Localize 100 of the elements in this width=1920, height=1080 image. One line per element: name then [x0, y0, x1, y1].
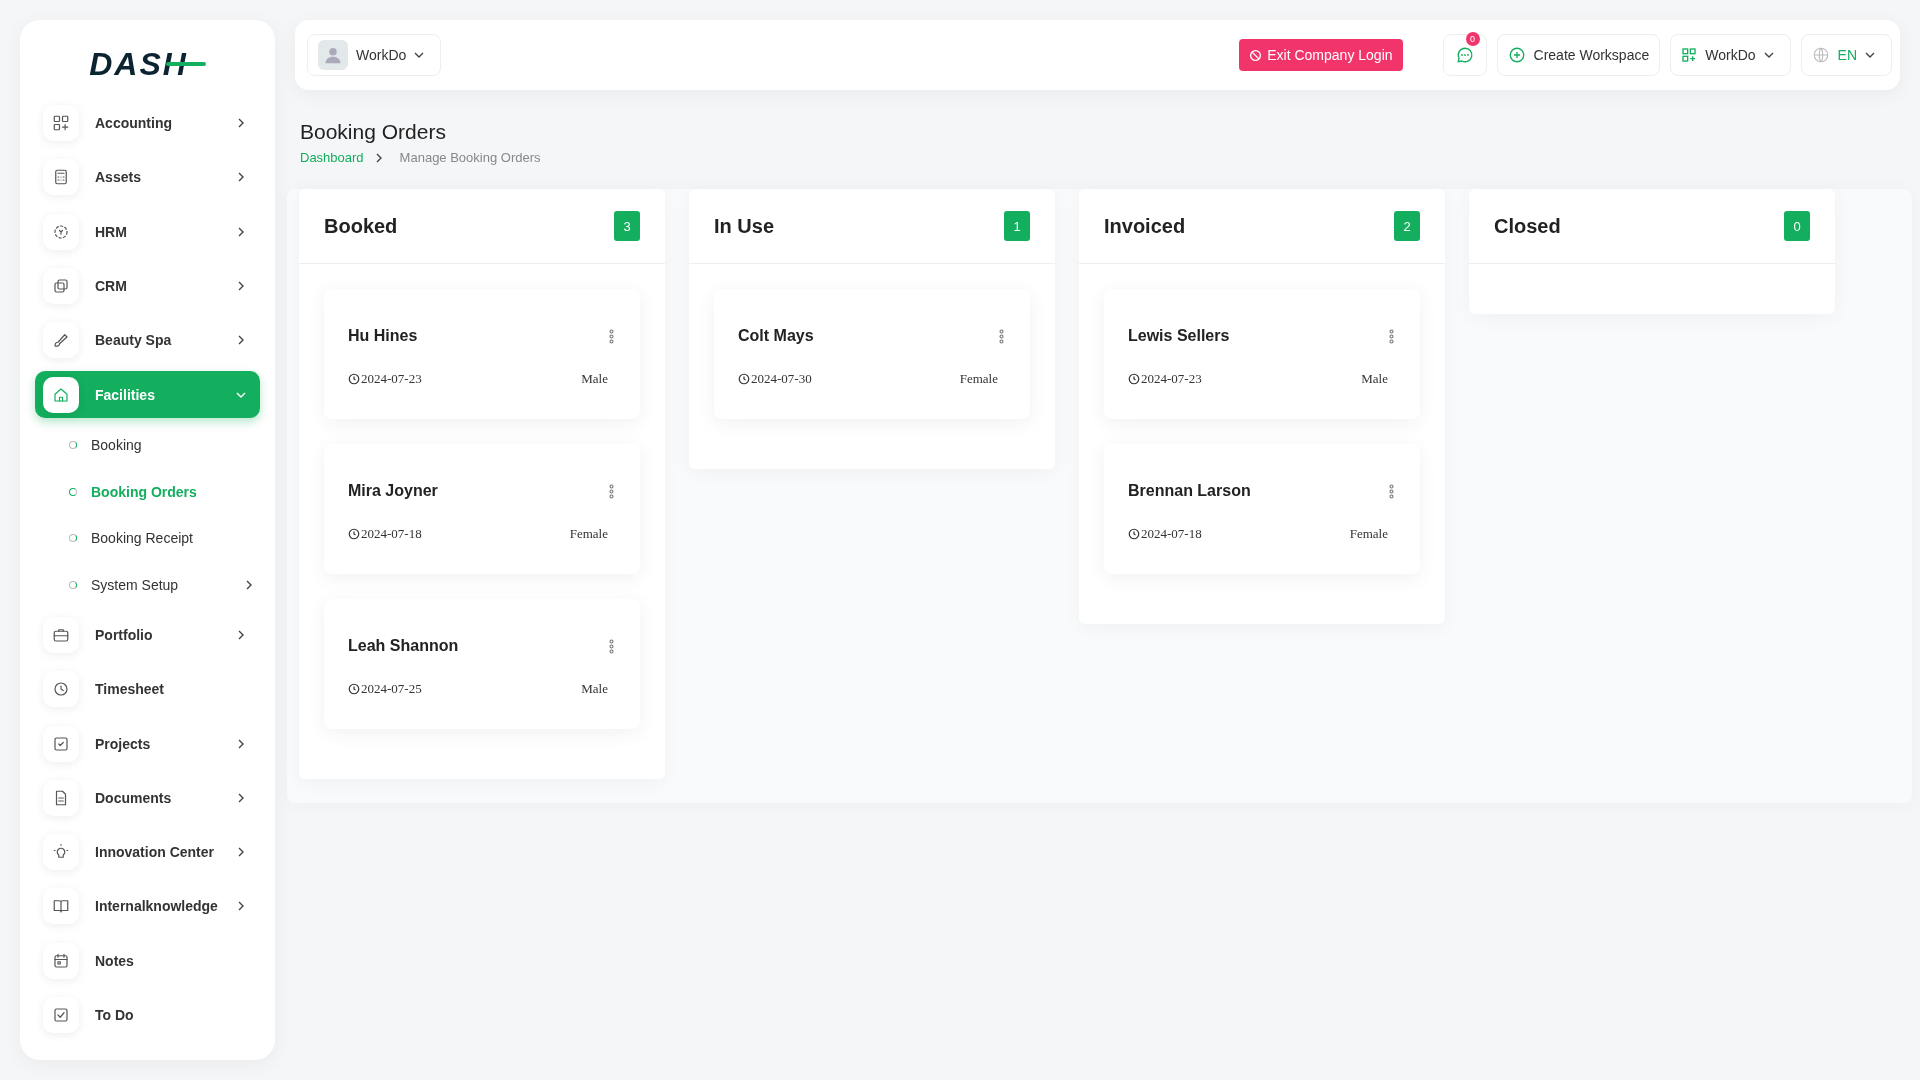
gender-label: Female	[1349, 526, 1388, 542]
chevron-right-icon	[236, 118, 246, 129]
submenu-item[interactable]: Booking	[35, 421, 260, 469]
chevron-right-icon	[236, 738, 246, 749]
sidebar-item[interactable]: Beauty Spa	[35, 313, 260, 368]
overlapping-squares-icon	[52, 276, 70, 295]
checkbox-icon	[52, 1005, 70, 1024]
kebab-icon	[999, 328, 1004, 344]
count-badge: 0	[1784, 211, 1810, 241]
booking-card[interactable]: Colt Mays 2024-07-30 Female	[714, 289, 1030, 419]
sidebar-item[interactable]: Assets	[35, 150, 260, 205]
kebab-icon	[1389, 328, 1394, 344]
chevron-right-icon	[236, 901, 246, 912]
more-options-button[interactable]	[607, 483, 616, 499]
briefcase-icon	[52, 626, 70, 645]
notification-badge: 0	[1465, 32, 1480, 46]
booking-card[interactable]: Brennan Larson 2024-07-18 Female	[1104, 444, 1420, 574]
chevron-down-icon	[1763, 50, 1774, 60]
sidebar-item[interactable]: Accounting	[35, 96, 260, 151]
brush-icon	[52, 331, 70, 350]
gender-label: Male	[1361, 371, 1388, 387]
clock-icon	[738, 373, 750, 385]
sidebar-item[interactable]: Projects	[35, 716, 260, 771]
sidebar-item[interactable]: Internalknowledge	[35, 879, 260, 934]
chat-bubble-icon	[1455, 46, 1474, 64]
clock-icon	[348, 683, 360, 695]
checkbox-icon	[52, 734, 70, 753]
page-title: Booking Orders	[300, 120, 447, 144]
column-title: Booked	[324, 214, 398, 238]
customer-name: Leah Shannon	[348, 637, 459, 655]
chevron-right-icon	[236, 630, 246, 641]
company-selector[interactable]: WorkDo	[307, 34, 442, 76]
more-options-button[interactable]	[1387, 483, 1396, 499]
globe-icon	[1811, 46, 1830, 64]
dashed-circle-icon	[52, 222, 70, 241]
booking-card[interactable]: Leah Shannon 2024-07-25 Male	[324, 599, 640, 729]
grid-icon	[52, 114, 70, 133]
customer-name: Colt Mays	[738, 327, 814, 345]
count-badge: 3	[614, 211, 640, 241]
breadcrumb-current: Manage Booking Orders	[399, 150, 541, 165]
booking-date: 2024-07-18	[1141, 526, 1202, 542]
messages-button[interactable]: 0	[1442, 34, 1487, 76]
booking-date: 2024-07-18	[361, 526, 422, 542]
calculator-icon	[52, 168, 70, 187]
chevron-down-icon	[414, 50, 425, 60]
create-workspace-button[interactable]: Create Workspace	[1496, 34, 1661, 76]
sidebar-item[interactable]: Notes	[35, 933, 260, 988]
chevron-right-icon	[244, 579, 254, 590]
chevron-right-icon	[236, 847, 246, 858]
more-options-button[interactable]	[997, 328, 1006, 344]
more-options-button[interactable]	[1387, 328, 1396, 344]
workspace-selector[interactable]: WorkDo	[1670, 34, 1791, 76]
booking-date: 2024-07-23	[361, 371, 422, 387]
sidebar-item[interactable]: Documents	[35, 770, 260, 825]
kebab-icon	[609, 328, 614, 344]
clock-icon	[348, 528, 360, 540]
clock-icon	[52, 680, 70, 699]
booking-date: 2024-07-23	[1141, 371, 1202, 387]
gender-label: Female	[959, 371, 998, 387]
gender-label: Male	[581, 681, 608, 697]
calendar-icon	[52, 951, 70, 970]
submenu-item[interactable]: Booking Receipt	[35, 514, 260, 562]
sidebar-item[interactable]: HRM	[35, 204, 260, 259]
exit-company-login-button[interactable]: Exit Company Login	[1239, 39, 1403, 71]
kebab-icon	[609, 483, 614, 499]
column-title: Closed	[1494, 214, 1561, 238]
more-options-button[interactable]	[607, 638, 616, 654]
gender-label: Female	[569, 526, 608, 542]
user-icon	[323, 45, 343, 65]
grid-icon	[1681, 47, 1698, 63]
booking-card[interactable]: Lewis Sellers 2024-07-23 Male	[1104, 289, 1420, 419]
gender-label: Male	[581, 371, 608, 387]
plus-circle-icon	[1507, 46, 1526, 64]
booking-date: 2024-07-25	[361, 681, 422, 697]
booking-date: 2024-07-30	[751, 371, 812, 387]
more-options-button[interactable]	[607, 328, 616, 344]
kebab-icon	[1389, 483, 1394, 499]
chevron-right-icon	[236, 226, 246, 237]
customer-name: Lewis Sellers	[1128, 327, 1230, 345]
booking-card[interactable]: Mira Joyner 2024-07-18 Female	[324, 444, 640, 574]
chevron-right-icon	[236, 792, 246, 803]
chevron-right-icon	[236, 335, 246, 346]
clock-icon	[1128, 373, 1140, 385]
sidebar-item[interactable]: Timesheet	[35, 662, 260, 717]
chevron-down-icon	[1865, 50, 1875, 60]
clock-icon	[1128, 528, 1140, 540]
clock-icon	[348, 373, 360, 385]
sidebar-item[interactable]: To Do	[35, 987, 260, 1043]
sidebar-item[interactable]: Innovation Center	[35, 824, 260, 880]
column-title: In Use	[714, 214, 775, 238]
customer-name: Brennan Larson	[1128, 482, 1251, 500]
ban-icon	[1249, 48, 1263, 62]
sidebar-item[interactable]: Portfolio	[35, 607, 260, 663]
kebab-icon	[609, 638, 614, 654]
sidebar-item[interactable]: CRM	[35, 258, 260, 314]
customer-name: Mira Joyner	[348, 482, 438, 500]
booking-card[interactable]: Hu Hines 2024-07-23 Male	[324, 289, 640, 419]
submenu-item[interactable]: System Setup	[35, 561, 260, 608]
chevron-right-icon	[236, 280, 246, 291]
count-badge: 2	[1394, 211, 1420, 241]
